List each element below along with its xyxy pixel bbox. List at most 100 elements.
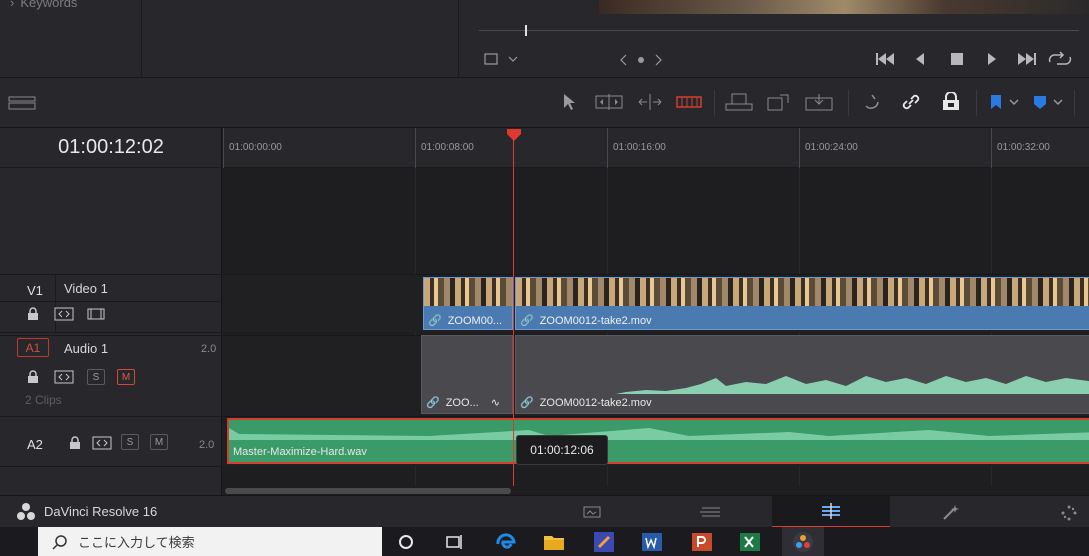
ruler-label: 01:00:08:00 bbox=[421, 142, 474, 153]
transform-overlay-icon[interactable] bbox=[483, 52, 523, 68]
disable-video-track-icon[interactable] bbox=[87, 307, 105, 321]
excel-icon[interactable] bbox=[738, 530, 762, 554]
task-view-icon[interactable] bbox=[442, 530, 466, 554]
track-headers-panel: 01:00:12:02 V1 Video 1 A1 Audio 1 2.0 S … bbox=[0, 128, 222, 495]
timeline-view-options-icon[interactable] bbox=[8, 96, 36, 110]
track-separator bbox=[0, 466, 222, 467]
track-separator bbox=[0, 332, 222, 333]
track-id-a1[interactable]: A1 bbox=[17, 338, 49, 357]
track-channels-a1: 2.0 bbox=[201, 343, 217, 355]
timeline-timecode[interactable]: 01:00:12:02 bbox=[0, 128, 222, 168]
page-navigation-bar: DaVinci Resolve 16 bbox=[0, 495, 1089, 528]
toolbar-separator bbox=[848, 90, 849, 116]
track-name-a1[interactable]: Audio 1 bbox=[64, 341, 108, 356]
scrollbar-thumb[interactable] bbox=[225, 488, 511, 494]
solo-button-a2[interactable]: S bbox=[121, 434, 139, 450]
dynamic-trim-icon[interactable] bbox=[636, 92, 664, 112]
clip-thumbnails bbox=[424, 278, 512, 306]
audio-clip[interactable]: 🔗 ZOOM0012-take2.mov bbox=[515, 335, 1089, 414]
lock-track-icon[interactable] bbox=[68, 436, 82, 450]
taskbar-search-box[interactable]: ここに入力して検索 bbox=[38, 527, 382, 556]
color-page-icon[interactable] bbox=[1060, 504, 1078, 522]
track-id-a2[interactable]: A2 bbox=[27, 437, 43, 452]
toolbar-separator bbox=[976, 90, 977, 116]
link-icon: 🔗 bbox=[520, 397, 534, 409]
ruler-label: 01:00:24:00 bbox=[805, 142, 858, 153]
position-lock-icon[interactable] bbox=[940, 92, 962, 112]
media-page-icon bbox=[583, 506, 601, 518]
edge-icon[interactable] bbox=[494, 530, 518, 554]
track-separator bbox=[0, 301, 222, 302]
audio-waveform bbox=[229, 428, 1089, 440]
ruler-label: 01:00:16:00 bbox=[613, 142, 666, 153]
selection-tool-icon[interactable] bbox=[562, 92, 576, 112]
panel-divider bbox=[141, 0, 142, 77]
auto-select-icon[interactable] bbox=[54, 370, 74, 384]
viewer-frame-image bbox=[599, 0, 1089, 14]
marker-dropdown-icon[interactable] bbox=[1032, 92, 1066, 112]
ruler-label: 01:00:32:00 bbox=[997, 142, 1050, 153]
mute-button-a1[interactable]: M bbox=[117, 369, 135, 385]
jog-control-icon[interactable] bbox=[619, 52, 663, 68]
ruler-tick bbox=[607, 128, 608, 168]
timeline-ruler[interactable]: 01:00:00:00 01:00:08:00 01:00:16:00 01:0… bbox=[223, 128, 1089, 168]
keywords-item[interactable]: › Keywords bbox=[10, 0, 77, 10]
timeline-horizontal-scrollbar[interactable] bbox=[223, 486, 1089, 495]
clip-name: ZOOM0012-take2.mov bbox=[539, 396, 652, 409]
blade-tool-icon[interactable] bbox=[676, 92, 702, 112]
mute-button-a2[interactable]: M bbox=[150, 434, 168, 450]
playhead-marker-icon[interactable] bbox=[506, 128, 522, 142]
flag-dropdown-icon[interactable] bbox=[988, 92, 1022, 112]
auto-select-icon[interactable] bbox=[92, 436, 112, 450]
edit-page-button[interactable] bbox=[772, 496, 890, 528]
lock-track-icon[interactable] bbox=[26, 307, 40, 321]
snapping-icon[interactable] bbox=[862, 92, 882, 112]
fusion-page-button[interactable] bbox=[892, 496, 1010, 528]
ruler-label: 01:00:00:00 bbox=[229, 142, 282, 153]
audio-clip[interactable]: 🔗 ZOO... ∿ bbox=[421, 335, 513, 414]
word-icon[interactable] bbox=[640, 530, 664, 554]
trim-edit-icon[interactable] bbox=[594, 92, 624, 112]
playhead-line[interactable] bbox=[513, 134, 514, 495]
track-separator bbox=[0, 416, 222, 417]
play-icon bbox=[988, 53, 996, 65]
cortana-icon[interactable] bbox=[394, 530, 418, 554]
toolbar-separator bbox=[714, 90, 715, 116]
toolbar-separator bbox=[1074, 90, 1075, 116]
first-frame-icon bbox=[876, 53, 894, 65]
clip-name: ZOO... bbox=[445, 396, 479, 409]
search-icon bbox=[52, 534, 67, 550]
timeline-area[interactable]: 01:00:00:00 01:00:08:00 01:00:16:00 01:0… bbox=[223, 128, 1089, 495]
davinci-logo-icon bbox=[17, 503, 35, 520]
viewer-scrub-handle[interactable] bbox=[525, 25, 527, 36]
davinci-resolve-taskbar-icon[interactable] bbox=[782, 527, 824, 556]
fade-curve-icon: ∿ bbox=[490, 397, 500, 409]
video-clip[interactable]: 🔗 ZOOM0012-take2.mov bbox=[515, 277, 1089, 330]
lock-track-icon[interactable] bbox=[26, 370, 40, 384]
header-divider bbox=[55, 275, 56, 332]
replace-clip-icon[interactable] bbox=[804, 92, 834, 114]
cut-page-button[interactable] bbox=[652, 496, 770, 528]
media-app-icon[interactable] bbox=[592, 530, 616, 554]
video-clip[interactable]: 🔗 ZOOM00... bbox=[423, 277, 513, 330]
viewer-scrub-bar[interactable] bbox=[479, 30, 1079, 31]
powerpoint-icon[interactable] bbox=[690, 530, 714, 554]
audio-clip-selected[interactable]: Master-Maximize-Hard.wav bbox=[227, 418, 1089, 464]
fusion-page-icon bbox=[943, 505, 959, 520]
overwrite-clip-icon[interactable] bbox=[766, 92, 792, 114]
transport-controls bbox=[876, 51, 1072, 65]
ruler-tick bbox=[415, 128, 416, 168]
media-page-button[interactable] bbox=[533, 496, 651, 528]
ruler-tick bbox=[223, 128, 224, 168]
linked-selection-icon[interactable] bbox=[900, 92, 922, 112]
track-name-v1[interactable]: Video 1 bbox=[64, 281, 108, 296]
track-separator bbox=[0, 335, 222, 336]
app-name: DaVinci Resolve 16 bbox=[44, 504, 158, 519]
insert-clip-icon[interactable] bbox=[724, 92, 754, 114]
link-icon: 🔗 bbox=[428, 315, 442, 327]
auto-select-icon[interactable] bbox=[54, 307, 74, 321]
file-explorer-icon[interactable] bbox=[542, 530, 566, 554]
solo-button-a1[interactable]: S bbox=[87, 369, 105, 385]
track-id-v1[interactable]: V1 bbox=[27, 283, 43, 298]
chevron-right-icon: › bbox=[10, 0, 15, 10]
